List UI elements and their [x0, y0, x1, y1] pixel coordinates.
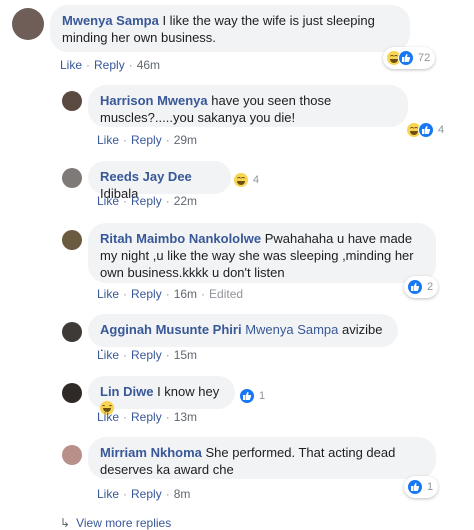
haha-icon: [233, 172, 249, 188]
timestamp[interactable]: 46m: [137, 58, 160, 72]
reply-button[interactable]: Reply: [131, 287, 162, 301]
reply-author[interactable]: Ritah Maimbo Nankololwe: [100, 231, 261, 246]
like-icon: [398, 50, 414, 66]
reply-bubble: Harrison Mwenya have you seen those musc…: [88, 85, 408, 127]
reply-button[interactable]: Reply: [131, 133, 162, 147]
timestamp[interactable]: 22m: [174, 194, 197, 208]
reaction-count: 4: [438, 124, 445, 136]
like-button[interactable]: Like: [97, 287, 119, 301]
reply-bubble: Ritah Maimbo Nankololwe Pwahahaha u have…: [88, 223, 436, 283]
mention-link[interactable]: Mwenya Sampa: [245, 322, 338, 337]
reaction-summary[interactable]: 1: [239, 388, 265, 404]
reply-author[interactable]: Lin Diwe: [100, 384, 153, 399]
reply-text: I know hey: [157, 384, 220, 399]
reaction-count: 4: [253, 174, 260, 186]
comment-actions: Like · Reply · 46m: [60, 58, 161, 72]
reply-actions: Like · Reply · 29m: [97, 133, 198, 147]
reply-button[interactable]: Reply: [94, 58, 125, 72]
reaction-count: 72: [418, 52, 431, 64]
like-icon: [418, 122, 434, 138]
reaction-summary[interactable]: 4: [233, 172, 259, 188]
reply-actions: Like · Reply · 15m: [97, 348, 198, 362]
like-button[interactable]: Like: [97, 348, 119, 362]
timestamp[interactable]: 15m: [174, 348, 197, 362]
reply-actions: Like · Reply · 13m: [97, 410, 198, 424]
reply-button[interactable]: Reply: [131, 194, 162, 208]
reaction-summary[interactable]: 72: [383, 47, 436, 69]
timestamp[interactable]: 16m: [174, 287, 197, 301]
reaction-summary[interactable]: 2: [404, 276, 439, 298]
reply-author[interactable]: Harrison Mwenya: [100, 93, 208, 108]
reply-arrow-icon: ↳: [60, 516, 71, 530]
reaction-count: 1: [427, 481, 434, 493]
timestamp[interactable]: 13m: [174, 410, 197, 424]
avatar[interactable]: [12, 8, 44, 40]
timestamp[interactable]: 29m: [174, 133, 197, 147]
reply-button[interactable]: Reply: [131, 348, 162, 362]
like-icon: [239, 388, 255, 404]
reaction-count: 1: [259, 390, 266, 402]
avatar[interactable]: [62, 445, 82, 465]
reaction-summary[interactable]: 1: [404, 476, 439, 498]
reply-author[interactable]: Agginah Musunte Phiri: [100, 322, 242, 337]
reply-actions: Like · Reply · 8m: [97, 487, 191, 501]
like-icon: [407, 479, 423, 495]
like-button[interactable]: Like: [97, 487, 119, 501]
avatar[interactable]: [62, 322, 82, 342]
reply-button[interactable]: Reply: [131, 487, 162, 501]
reply-actions: Like · Reply · 16m · Edited: [97, 287, 244, 301]
reaction-count: 2: [427, 281, 434, 293]
like-button[interactable]: Like: [97, 133, 119, 147]
reply-button[interactable]: Reply: [131, 410, 162, 424]
like-button[interactable]: Like: [97, 194, 119, 208]
edited-label[interactable]: Edited: [209, 287, 243, 301]
like-icon: [407, 279, 423, 295]
timestamp[interactable]: 8m: [174, 487, 191, 501]
reply-bubble: Reeds Jay Dee Idibala: [88, 161, 231, 201]
reply-actions: Like · Reply · 22m: [97, 194, 198, 208]
like-button[interactable]: Like: [97, 410, 119, 424]
avatar[interactable]: [62, 168, 82, 188]
avatar[interactable]: [62, 383, 82, 403]
view-more-replies-link[interactable]: ↳ View more replies: [60, 516, 171, 530]
avatar[interactable]: [62, 91, 82, 111]
reply-bubble: Agginah Musunte Phiri Mwenya Sampa avizi…: [88, 314, 398, 354]
reply-author[interactable]: Reeds Jay Dee: [100, 169, 192, 184]
reaction-summary[interactable]: 4: [406, 122, 444, 138]
like-button[interactable]: Like: [60, 58, 82, 72]
reply-author[interactable]: Mirriam Nkhoma: [100, 445, 202, 460]
comment-bubble: Mwenya Sampa I like the way the wife is …: [50, 5, 410, 52]
reply-bubble: Mirriam Nkhoma She performed. That actin…: [88, 437, 436, 479]
view-more-label[interactable]: View more replies: [76, 516, 171, 530]
reply-bubble: Lin Diwe I know hey: [88, 376, 235, 415]
comment-author[interactable]: Mwenya Sampa: [62, 13, 159, 28]
avatar[interactable]: [62, 230, 82, 250]
